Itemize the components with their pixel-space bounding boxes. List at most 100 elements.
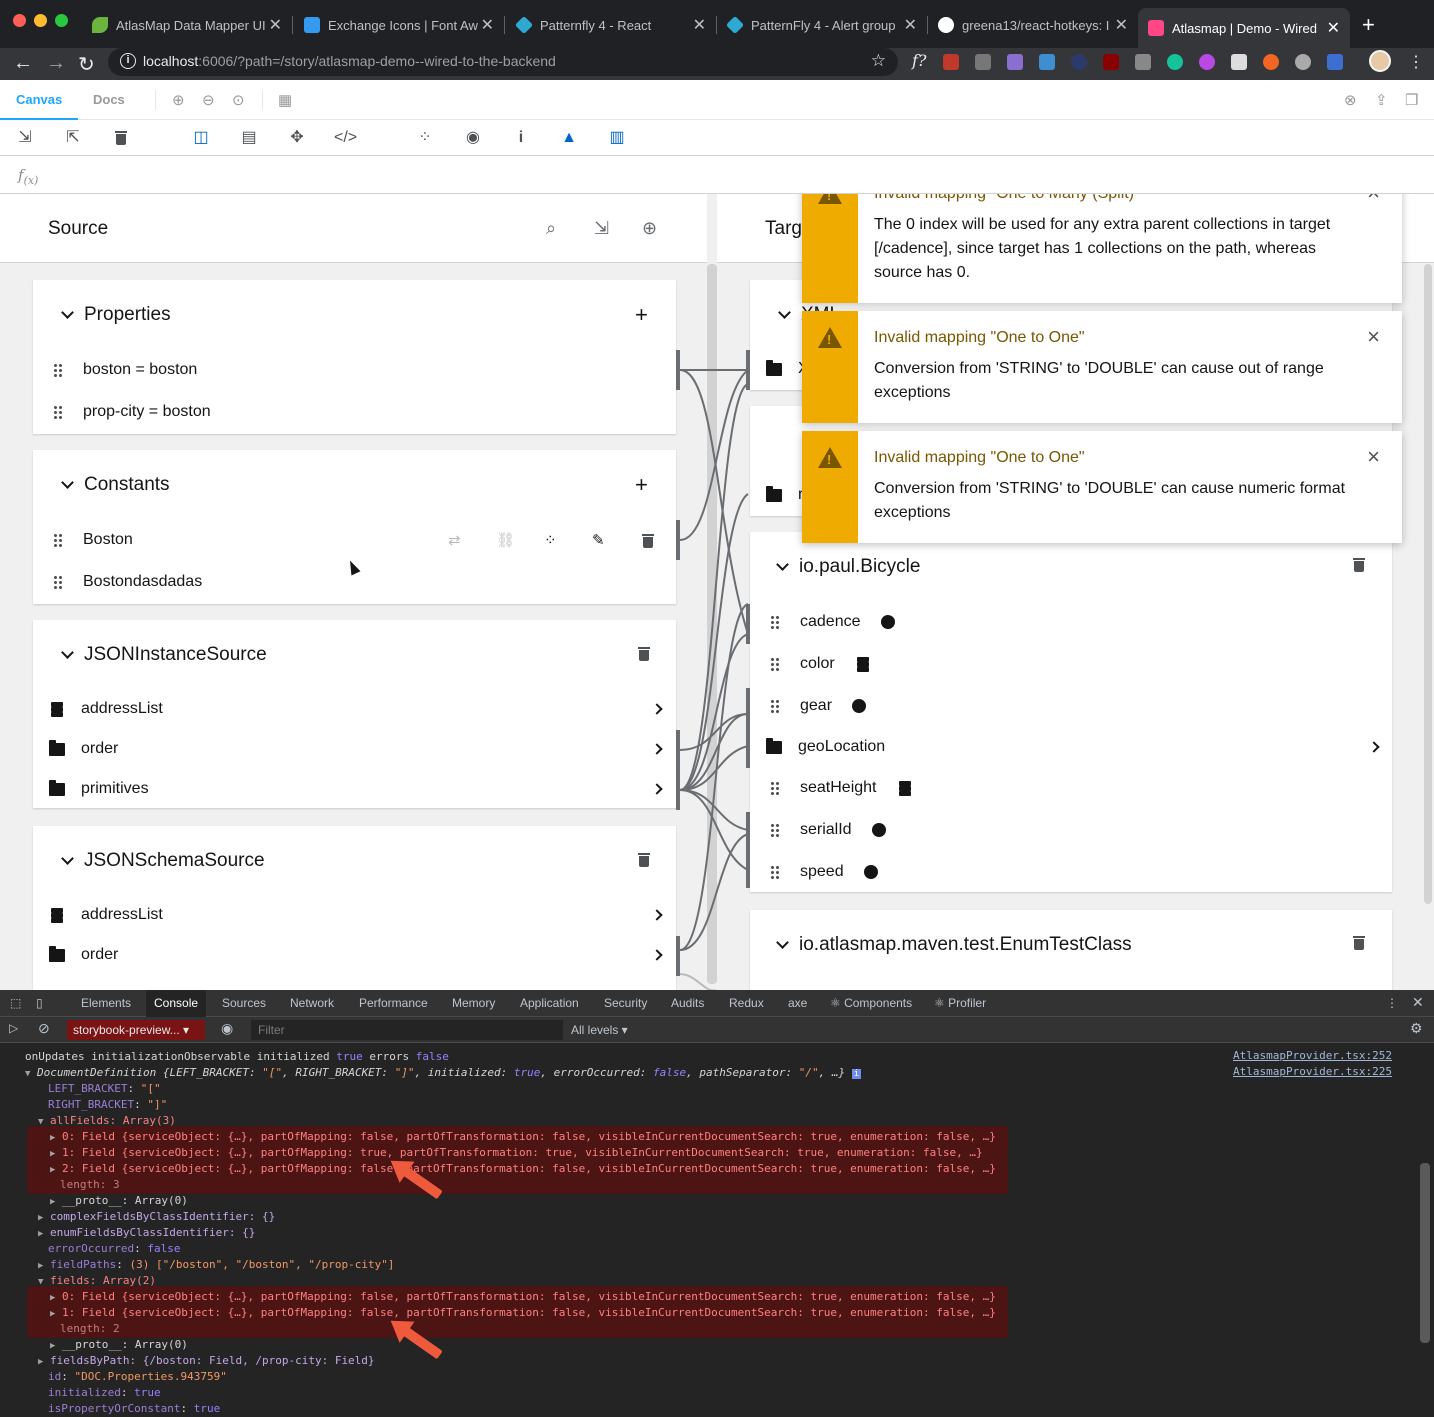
bookmark-star-icon[interactable]: ☆ xyxy=(871,51,886,71)
tab-docs[interactable]: Docs xyxy=(93,92,125,107)
chevron-down-icon[interactable] xyxy=(61,852,74,865)
list-item[interactable]: primitives xyxy=(49,772,669,806)
tab-memory[interactable]: Memory xyxy=(452,996,495,1010)
browser-tab[interactable]: Exchange Icons | Font Aw ✕ xyxy=(294,10,504,40)
connect-mapping-icon[interactable]: ⁘ xyxy=(544,531,557,549)
minimize-window-button[interactable] xyxy=(34,14,47,27)
tab-profiler[interactable]: ⚛ Profiler xyxy=(934,996,986,1010)
console-line[interactable]: ▼ fields: Array(2) xyxy=(38,1273,156,1289)
close-window-button[interactable] xyxy=(13,14,26,27)
browser-tab[interactable]: PatternFly 4 - Alert group ✕ xyxy=(717,10,927,40)
chevron-down-icon[interactable] xyxy=(778,306,791,319)
chevron-down-icon[interactable] xyxy=(61,646,74,659)
zoom-in-icon[interactable]: ⊕ xyxy=(172,91,185,109)
live-expression-eye-icon[interactable]: ◉ xyxy=(221,1020,233,1037)
tab-components[interactable]: ⚛ Components xyxy=(830,996,912,1010)
reset-trash-icon[interactable] xyxy=(110,127,132,149)
close-alert-icon[interactable]: × xyxy=(1367,326,1380,348)
chevron-right-icon[interactable] xyxy=(651,909,663,921)
chevron-right-icon[interactable] xyxy=(651,703,663,715)
ublock-icon[interactable] xyxy=(1103,54,1119,70)
extension-icon[interactable] xyxy=(1007,54,1023,70)
link-icon[interactable]: ⛓ xyxy=(496,531,515,549)
console-scrollbar[interactable] xyxy=(1420,1163,1430,1343)
forward-arrow-icon[interactable]: → xyxy=(46,52,66,75)
constants-card-header[interactable]: Constants xyxy=(61,474,170,496)
swap-arrows-icon[interactable]: ⇄ xyxy=(448,531,461,549)
drag-handle-icon[interactable] xyxy=(770,615,780,629)
close-tab-icon[interactable]: ✕ xyxy=(693,15,706,35)
properties-card-header[interactable]: Properties xyxy=(61,304,171,326)
delete-trash-icon[interactable] xyxy=(638,853,650,867)
new-tab-button[interactable]: + xyxy=(1362,12,1375,38)
add-icon[interactable]: + xyxy=(635,472,648,498)
console-line[interactable]: ▶ fieldPaths: (3) ["/boston", "/boston",… xyxy=(38,1257,394,1273)
url-text[interactable]: localhost:6006/?path=/story/atlasmap-dem… xyxy=(143,53,556,69)
extension-icon[interactable] xyxy=(1263,54,1279,70)
close-alert-icon[interactable]: × xyxy=(1367,446,1380,468)
tab-application[interactable]: Application xyxy=(520,996,579,1010)
export-icon[interactable]: ⇱ xyxy=(62,127,84,149)
console-line[interactable]: ▶ fieldsByPath: {/boston: Field, /prop-c… xyxy=(38,1353,375,1369)
console-line[interactable]: ▼ allFields: Array(3) xyxy=(38,1113,176,1129)
drag-handle-icon[interactable] xyxy=(53,405,63,419)
bicycle-card-header[interactable]: io.paul.Bicycle xyxy=(776,556,920,578)
tab-security[interactable]: Security xyxy=(604,996,647,1010)
console-line[interactable]: ▶ 1: Field {serviceObject: {…}, partOfMa… xyxy=(50,1305,996,1321)
browser-tab[interactable]: greena13/react-hotkeys: I ✕ xyxy=(928,10,1138,40)
extension-icon[interactable] xyxy=(1199,54,1215,70)
target-scrollbar[interactable] xyxy=(1424,264,1432,904)
console-line[interactable]: ▶ __proto__: Array(0) xyxy=(50,1337,188,1353)
tab-audits[interactable]: Audits xyxy=(671,996,704,1010)
grammarly-icon[interactable] xyxy=(1167,54,1183,70)
enum-card-header[interactable]: io.atlasmap.maven.test.EnumTestClass xyxy=(776,934,1132,956)
search-icon[interactable]: ⌕ xyxy=(546,218,556,239)
json-instance-card-header[interactable]: JSONInstanceSource xyxy=(61,644,267,666)
chevron-down-icon[interactable] xyxy=(776,558,789,571)
tab-elements[interactable]: Elements xyxy=(81,996,131,1010)
extension-icon[interactable] xyxy=(1135,54,1151,70)
close-tab-icon[interactable]: ✕ xyxy=(481,15,494,35)
list-item[interactable]: addressList xyxy=(49,898,669,932)
console-line[interactable]: ▶ enumFieldsByClassIdentifier: {} xyxy=(38,1225,255,1241)
list-item[interactable]: seatHeight xyxy=(770,771,929,805)
console-line[interactable]: ▶ __proto__: Array(0) xyxy=(50,1193,188,1209)
zoom-reset-icon[interactable]: ⊙ xyxy=(232,91,245,109)
zoom-out-icon[interactable]: ⊖ xyxy=(202,91,215,109)
url-omnibox[interactable]: i localhost:6006/?path=/story/atlasmap-d… xyxy=(108,48,898,76)
device-toolbar-icon[interactable]: ▯ xyxy=(36,996,43,1010)
copy-icon[interactable]: ❐ xyxy=(1405,91,1418,109)
list-item[interactable]: r xyxy=(766,478,803,512)
code-icon[interactable]: </> xyxy=(334,127,357,149)
list-item[interactable]: speed xyxy=(770,855,878,889)
drag-handle-icon[interactable] xyxy=(770,823,780,837)
list-item[interactable]: cadence xyxy=(770,605,895,639)
chevron-down-icon[interactable] xyxy=(776,936,789,949)
list-item[interactable]: Bostondasdadas xyxy=(53,565,202,599)
tab-performance[interactable]: Performance xyxy=(359,996,428,1010)
inspect-element-icon[interactable]: ⬚ xyxy=(10,996,21,1010)
back-arrow-icon[interactable]: ← xyxy=(13,52,33,75)
execution-context-select[interactable]: storybook-preview... ▾ xyxy=(67,1020,205,1040)
console-line[interactable]: ▶ 0: Field {serviceObject: {…}, partOfMa… xyxy=(50,1129,996,1145)
close-devtools-icon[interactable]: ✕ xyxy=(1412,994,1424,1011)
drag-handle-icon[interactable] xyxy=(770,781,780,795)
delete-trash-icon[interactable] xyxy=(638,647,650,661)
mapping-lines-icon[interactable]: ⁘ xyxy=(414,127,436,149)
drag-handle-icon[interactable] xyxy=(770,865,780,879)
map-icon[interactable]: ▥ xyxy=(606,127,628,149)
extension-icon[interactable] xyxy=(1071,54,1087,70)
list-item[interactable]: color xyxy=(770,647,887,681)
source-link[interactable]: AtlasmapProvider.tsx:225 xyxy=(1233,1065,1392,1078)
extension-icon[interactable] xyxy=(1039,54,1055,70)
import-document-icon[interactable]: ⇲ xyxy=(594,218,609,239)
close-alert-icon[interactable]: × xyxy=(1367,194,1380,204)
delete-trash-icon[interactable] xyxy=(1353,936,1365,950)
console-line[interactable]: ▶ 0: Field {serviceObject: {…}, partOfMa… xyxy=(50,1289,996,1305)
json-schema-card-header[interactable]: JSONSchemaSource xyxy=(61,850,265,872)
add-icon[interactable]: + xyxy=(635,302,648,328)
extension-icon[interactable] xyxy=(975,54,991,70)
add-circle-icon[interactable]: ⊕ xyxy=(642,218,657,239)
source-link[interactable]: AtlasmapProvider.tsx:252 xyxy=(1233,1049,1392,1062)
share-icon[interactable]: ⇪ xyxy=(1375,91,1388,109)
